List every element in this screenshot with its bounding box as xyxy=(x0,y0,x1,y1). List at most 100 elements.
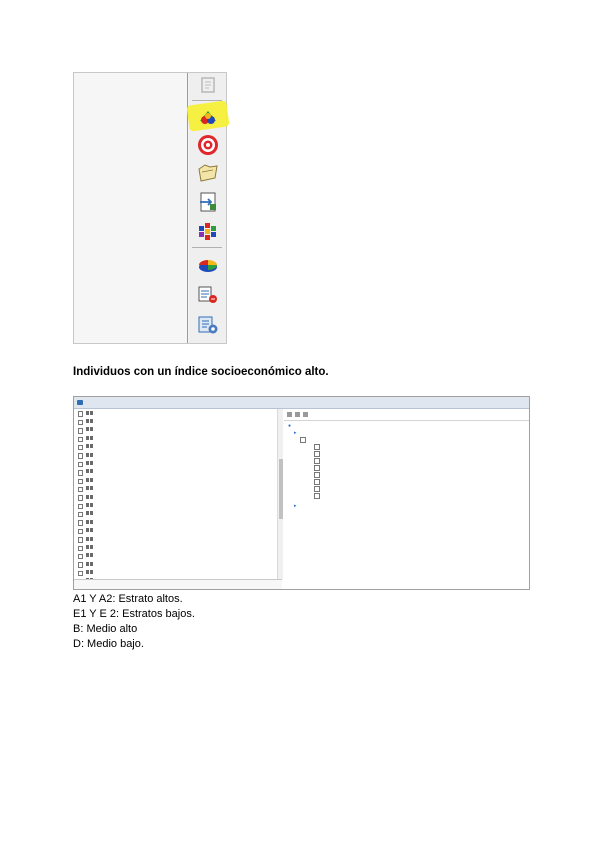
expand-toggle-icon[interactable] xyxy=(78,428,84,434)
variable-icon xyxy=(86,461,93,466)
scrollbar-thumb[interactable] xyxy=(278,459,283,519)
variable-icon xyxy=(86,561,93,566)
select-icon[interactable] xyxy=(196,73,220,97)
tree-item[interactable] xyxy=(74,426,282,434)
tree-item[interactable] xyxy=(74,518,282,526)
tree-item[interactable] xyxy=(74,535,282,543)
folder-icon[interactable] xyxy=(196,161,220,185)
expand-toggle-icon[interactable] xyxy=(78,411,84,417)
matrix-icon[interactable] xyxy=(196,219,220,243)
tree-item[interactable] xyxy=(74,459,282,468)
variable-icon xyxy=(86,511,93,516)
export-icon[interactable] xyxy=(196,190,220,214)
variable-icon xyxy=(86,553,93,558)
variable-icon xyxy=(86,528,93,533)
checkbox-icon[interactable] xyxy=(314,472,320,478)
segment-panel-toolbar xyxy=(284,409,529,421)
checkbox-icon[interactable] xyxy=(314,444,320,450)
checkbox-icon[interactable] xyxy=(314,493,320,499)
expand-toggle-icon[interactable] xyxy=(78,495,84,501)
checkbox-icon[interactable] xyxy=(314,465,320,471)
checkbox-icon[interactable] xyxy=(314,486,320,492)
tree-item[interactable] xyxy=(74,443,282,451)
variable-icon xyxy=(86,477,93,482)
expand-toggle-icon[interactable] xyxy=(78,512,84,518)
expand-toggle-icon[interactable] xyxy=(78,470,84,476)
legend-line: E1 Y E 2: Estratos bajos. xyxy=(73,608,195,620)
segment-icon[interactable] xyxy=(196,105,220,129)
segment-node[interactable]: ▸ xyxy=(294,430,298,437)
variable-icon xyxy=(86,469,93,474)
toolbar-screenshot xyxy=(73,72,230,344)
target-icon[interactable] xyxy=(196,133,220,157)
variable-icon xyxy=(86,486,93,491)
legend-line: D: Medio bajo. xyxy=(73,638,144,650)
variable-icon xyxy=(86,544,93,549)
report-icon[interactable] xyxy=(196,283,220,307)
segment-node-last[interactable]: ▸ xyxy=(294,503,298,510)
expand-toggle-icon[interactable] xyxy=(78,503,84,510)
tree-item[interactable] xyxy=(74,568,282,577)
segment-panel: ● ▸ ▸ xyxy=(284,409,529,589)
variable-icon xyxy=(86,519,93,524)
expand-toggle-icon[interactable] xyxy=(78,453,84,459)
tree-item[interactable] xyxy=(74,409,282,417)
expand-toggle-icon[interactable] xyxy=(78,537,84,543)
tree-item[interactable] xyxy=(74,526,282,535)
pie-chart-icon[interactable] xyxy=(196,253,220,277)
variable-icon xyxy=(86,435,93,440)
expand-toggle-icon[interactable] xyxy=(78,520,84,526)
app-icon xyxy=(77,400,83,405)
expand-toggle-icon[interactable] xyxy=(78,478,84,484)
segmentation-window-screenshot: ● ▸ ▸ xyxy=(73,396,530,590)
checkbox-icon[interactable] xyxy=(314,479,320,485)
section-heading: Individuos con un índice socioeconómico … xyxy=(73,366,329,378)
strata-legend: A1 Y A2: Estrato altos. E1 Y E 2: Estrat… xyxy=(73,592,195,652)
toolbar-separator xyxy=(192,247,222,248)
tree-item[interactable] xyxy=(74,451,282,459)
variable-icon xyxy=(86,427,93,432)
tree-item[interactable] xyxy=(74,543,282,552)
expand-toggle-icon[interactable] xyxy=(78,562,84,568)
vertical-scrollbar[interactable] xyxy=(277,409,283,579)
legend-line: A1 Y A2: Estrato altos. xyxy=(73,593,183,605)
settings-icon[interactable] xyxy=(196,313,220,337)
expand-toggle-icon[interactable] xyxy=(78,436,84,442)
variable-icon xyxy=(86,444,93,449)
variable-icon xyxy=(86,570,93,575)
variable-icon xyxy=(86,452,93,457)
expand-toggle-icon[interactable] xyxy=(78,444,84,451)
collapse-icon[interactable] xyxy=(287,412,292,417)
variable-icon xyxy=(86,494,93,499)
empty-pane xyxy=(74,73,188,343)
toolbar-separator xyxy=(192,100,222,101)
tree-item[interactable] xyxy=(74,476,282,484)
window-titlebar xyxy=(74,397,529,409)
tree-item[interactable] xyxy=(74,560,282,568)
checkbox-icon[interactable] xyxy=(314,458,320,464)
segment-variable-node[interactable] xyxy=(300,437,308,444)
variable-icon xyxy=(86,536,93,541)
tree-item[interactable] xyxy=(74,493,282,501)
expand-toggle-icon[interactable] xyxy=(78,528,84,535)
expand-toggle-icon[interactable] xyxy=(78,461,84,468)
expand-toggle-icon[interactable] xyxy=(78,419,84,426)
tree-item[interactable] xyxy=(74,434,282,442)
category-item[interactable] xyxy=(314,493,322,500)
expand-toggle-icon[interactable] xyxy=(78,486,84,493)
segment-root[interactable]: ● xyxy=(288,423,292,430)
variable-icon xyxy=(86,410,93,415)
tree-item[interactable] xyxy=(74,417,282,426)
filter-icon[interactable] xyxy=(303,412,308,417)
expand-icon[interactable] xyxy=(295,412,300,417)
tree-item[interactable] xyxy=(74,468,282,476)
expand-toggle-icon[interactable] xyxy=(78,570,84,577)
expand-toggle-icon[interactable] xyxy=(78,554,84,560)
checkbox-icon[interactable] xyxy=(314,451,320,457)
expand-toggle-icon[interactable] xyxy=(78,545,84,552)
variable-icon xyxy=(86,419,93,424)
tree-item[interactable] xyxy=(74,485,282,493)
tree-item[interactable] xyxy=(74,552,282,560)
tree-item[interactable] xyxy=(74,501,282,510)
tree-item[interactable] xyxy=(74,510,282,518)
